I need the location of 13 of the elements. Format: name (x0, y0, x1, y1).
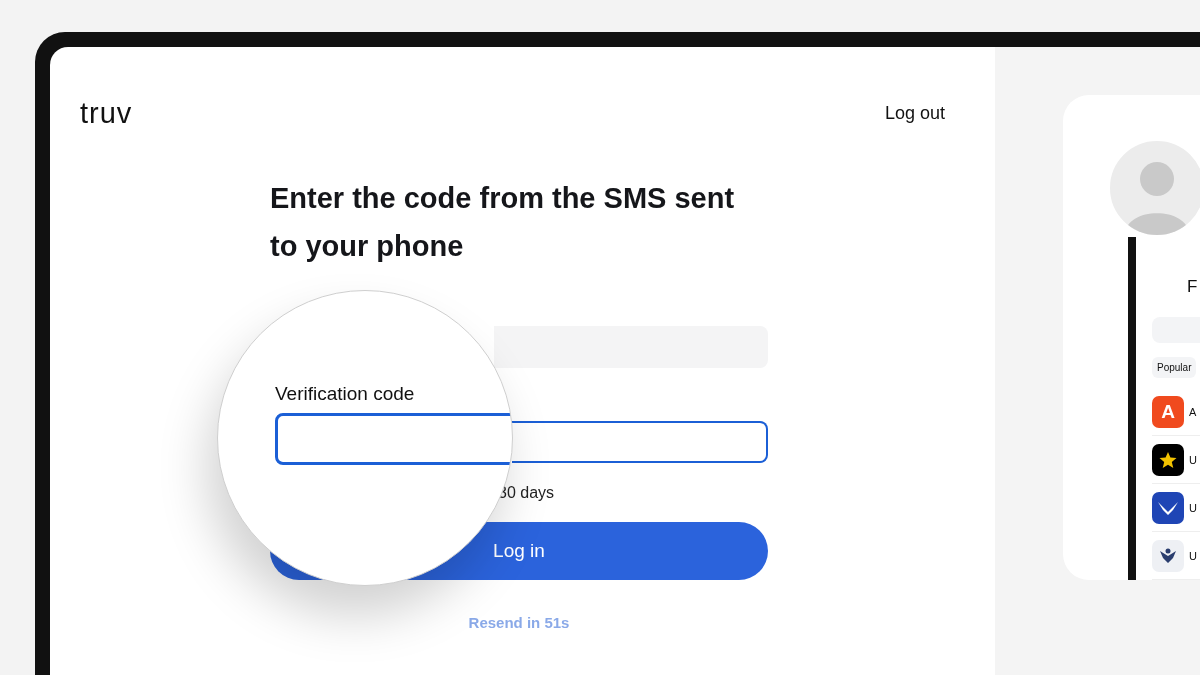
list-item-label[interactable]: U (1189, 501, 1197, 514)
list-item-label[interactable]: U (1189, 453, 1197, 466)
code-input-field[interactable] (275, 413, 512, 465)
app-tile: A (1152, 395, 1184, 428)
field-label: Verification code (275, 383, 415, 405)
logo: truv (80, 97, 133, 130)
page-heading: Enter the code from the SMS sent to your phone (270, 181, 736, 264)
logout-link[interactable]: Log out (884, 103, 945, 124)
list-item-label[interactable]: A (1189, 405, 1197, 418)
filter-chip[interactable]: Popular (1152, 357, 1197, 378)
phone-title: F (1187, 277, 1199, 297)
list-item-label[interactable]: U (1189, 549, 1197, 562)
code-input-field[interactable] (512, 421, 768, 463)
